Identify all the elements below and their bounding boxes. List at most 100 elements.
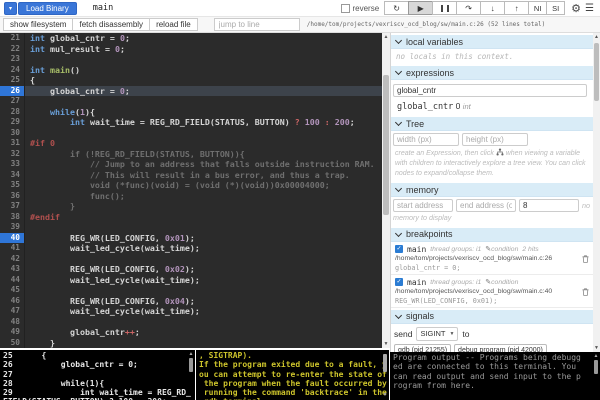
trash-icon[interactable] [582,288,589,296]
section-header-tree[interactable]: Tree [391,117,593,131]
trash-icon[interactable] [582,255,589,263]
section-header-signals[interactable]: signals [391,310,593,324]
line-number[interactable]: 37 [0,201,25,212]
scroll-down-icon[interactable]: ▼ [593,344,600,352]
code-line: 31#if 0 [0,138,382,149]
gdb-status-terminal[interactable]: , SIGTRAP).If the program exited due to … [196,350,389,400]
sidebar-scrollbar-thumb[interactable] [594,43,599,101]
send-signal-program-button[interactable]: debug program (pid 42000) [454,344,547,352]
line-number[interactable]: 36 [0,191,25,202]
menu-icon[interactable]: ☰ [585,3,594,14]
scroll-up-icon[interactable]: ▲ [593,33,600,41]
line-number[interactable]: 44 [0,275,25,286]
line-number[interactable]: 24 [0,65,25,76]
line-number[interactable]: 46 [0,296,25,307]
breakpoint-checkbox[interactable]: ✓ [395,245,403,253]
line-number[interactable]: 33 [0,159,25,170]
line-number[interactable]: 21 [0,33,25,44]
reverse-label: reverse [352,4,379,13]
expression-input[interactable] [393,84,587,97]
breakpoint-condition[interactable]: ✎condition [485,278,518,286]
line-number[interactable]: 47 [0,306,25,317]
line-number[interactable]: 45 [0,285,25,296]
code-line: 32 if (!REG_RD_FIELD(STATUS, BUTTON)){ [0,149,382,160]
line-number[interactable]: 28 [0,107,25,118]
line-number[interactable]: 29 [0,117,25,128]
line-number[interactable]: 27 [0,96,25,107]
line-number[interactable]: 42 [0,254,25,265]
signal-select[interactable]: SIGINT ▼ [416,327,458,341]
scroll-down-icon[interactable]: ▼ [382,340,390,348]
memory-end-address-input[interactable] [456,199,516,212]
code-editor[interactable]: 21int global_cntr = 0;22int mul_result =… [0,33,382,348]
gear-icon[interactable]: ⚙ [571,2,581,15]
section-header-local-variables[interactable]: local variables [391,35,593,49]
line-number[interactable]: 49 [0,327,25,338]
restart-button[interactable]: ↻ [384,1,409,15]
reverse-checkbox[interactable] [341,4,350,13]
scroll-up-icon[interactable]: ▲ [382,33,390,41]
line-number[interactable]: 50 [0,338,25,349]
chevron-down-icon [395,68,402,75]
line-number[interactable]: 22 [0,44,25,55]
jump-to-line-input[interactable] [214,18,300,31]
tree-height-input[interactable] [462,133,528,146]
line-number[interactable]: 32 [0,149,25,160]
terminal-line: ed are connected to this terminal. You [393,362,597,371]
line-number[interactable]: 41 [0,243,25,254]
continue-button[interactable]: ▶ [408,1,433,15]
code-text: // Jump to an address that falls outside… [25,159,375,170]
next-instruction-button[interactable]: NI [528,1,547,15]
step-button[interactable]: ↓ [480,1,505,15]
code-line: 29 int wait_time = REG_RD_FIELD(STATUS, … [0,117,382,128]
memory-start-address-input[interactable] [393,199,453,212]
code-text: void (*func)(void) = (void (*)(void))0x0… [25,180,330,191]
send-signal-gdb-button[interactable]: gdb (pid 21255) [394,344,451,352]
program-output-terminal[interactable]: Program output -- Programs being debugge… [390,352,600,400]
finish-button[interactable]: ↑ [504,1,529,15]
line-number[interactable]: 43 [0,264,25,275]
line-number[interactable]: 23 [0,54,25,65]
line-number[interactable]: 30 [0,128,25,139]
breakpoint-hit-count: 2 hits [522,246,538,253]
editor-scrollbar-thumb[interactable] [383,75,389,215]
code-text [25,317,30,328]
section-header-memory[interactable]: memory [391,183,593,197]
code-text [25,285,30,296]
line-number[interactable]: 48 [0,317,25,328]
scroll-up-icon[interactable]: ▲ [593,353,599,359]
gdb-source-terminal[interactable]: 25 {26 global_cntr = 0;2728 while(1){29 … [0,350,195,400]
reload-file-button[interactable]: reload file [149,18,198,31]
next-button[interactable]: ↷ [456,1,481,15]
terminal-scrollbar-thumb[interactable] [383,354,387,372]
terminal-scrollbar-thumb[interactable] [189,358,193,372]
memory-bytes-input[interactable] [519,199,579,212]
line-number-breakpoint[interactable]: 40 [0,233,25,244]
code-line: 36 func(); [0,191,382,202]
line-number[interactable]: 25 [0,75,25,86]
line-number[interactable]: 39 [0,222,25,233]
scroll-down-icon[interactable]: ▼ [382,392,388,398]
line-number-breakpoint[interactable]: 26 [0,86,25,97]
code-line: 42 [0,254,382,265]
breakpoint-function: main [407,278,426,287]
editor-scrollbar[interactable]: ▲ ▼ [382,33,390,348]
line-number[interactable]: 38 [0,212,25,223]
breakpoint-checkbox[interactable]: ✓ [395,278,403,286]
step-instruction-button[interactable]: SI [546,1,565,15]
fetch-disassembly-button[interactable]: fetch disassembly [72,18,150,31]
section-header-expressions[interactable]: expressions [391,66,593,80]
pause-button[interactable] [432,1,457,15]
line-number[interactable]: 34 [0,170,25,181]
load-binary-button[interactable]: Load Binary [18,2,77,15]
breakpoint-condition[interactable]: ✎condition [485,245,518,253]
sidebar-scrollbar[interactable]: ▲ ▼ [593,33,600,352]
load-binary-caret-button[interactable]: ▾ [4,2,17,15]
terminal-scrollbar-thumb[interactable] [594,360,598,374]
show-filesystem-button[interactable]: show filesystem [3,18,73,31]
tree-width-input[interactable] [393,133,459,146]
line-number[interactable]: 31 [0,138,25,149]
scroll-up-icon[interactable]: ▲ [188,351,194,357]
line-number[interactable]: 35 [0,180,25,191]
section-header-breakpoints[interactable]: breakpoints [391,228,593,242]
